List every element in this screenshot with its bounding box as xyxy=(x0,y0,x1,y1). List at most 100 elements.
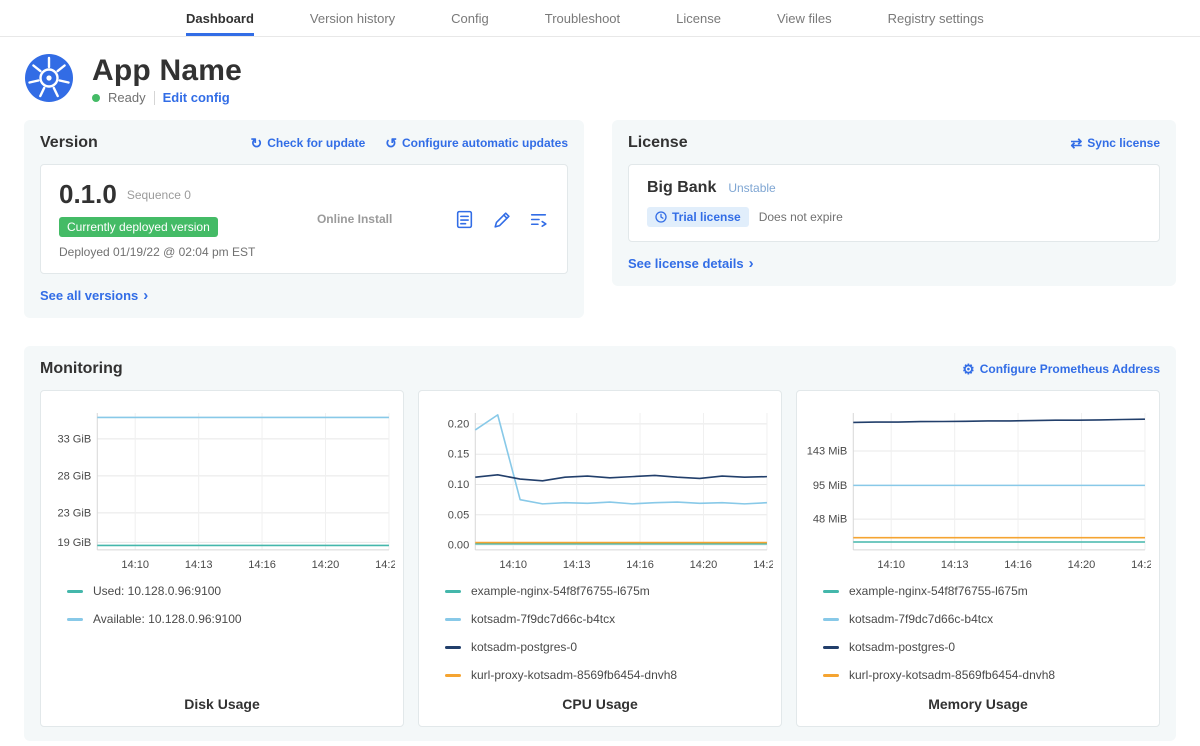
svg-text:14:16: 14:16 xyxy=(248,559,276,571)
deployed-timestamp: Deployed 01/19/22 @ 02:04 pm EST xyxy=(59,245,255,259)
legend-label: kotsadm-postgres-0 xyxy=(849,640,955,654)
legend-label: Available: 10.128.0.96:9100 xyxy=(93,612,242,626)
legend-label: example-nginx-54f8f76755-l675m xyxy=(471,584,650,598)
legend-color-dash xyxy=(67,618,83,621)
legend-color-dash xyxy=(445,618,461,621)
svg-text:0.20: 0.20 xyxy=(448,418,470,430)
tab-view-files[interactable]: View files xyxy=(777,0,832,36)
svg-text:14:13: 14:13 xyxy=(185,559,213,571)
deploy-logs-icon[interactable] xyxy=(528,209,549,230)
svg-text:19 GiB: 19 GiB xyxy=(57,537,91,549)
check-for-update-label: Check for update xyxy=(267,136,365,150)
license-card: License ⇄ Sync license Big Bank Unstable xyxy=(612,120,1176,286)
configure-auto-updates-label: Configure automatic updates xyxy=(402,136,568,150)
customer-name: Big Bank xyxy=(647,179,716,197)
svg-text:14:13: 14:13 xyxy=(563,559,591,571)
memory-usage-chart-card: 48 MiB95 MiB143 MiB14:1014:1314:1614:201… xyxy=(796,390,1160,727)
status-dot xyxy=(92,94,100,102)
chart-plot: 48 MiB95 MiB143 MiB14:1014:1314:1614:201… xyxy=(805,403,1151,576)
chart-plot: 19 GiB23 GiB28 GiB33 GiB14:1014:1314:161… xyxy=(49,403,395,576)
sync-license-link[interactable]: ⇄ Sync license xyxy=(1071,136,1160,150)
legend-item: kurl-proxy-kotsadm-8569fb6454-dnvh8 xyxy=(823,668,1151,682)
svg-text:23 GiB: 23 GiB xyxy=(57,507,91,519)
kubernetes-logo-icon xyxy=(24,53,74,106)
tab-config[interactable]: Config xyxy=(451,0,489,36)
legend-label: kotsadm-postgres-0 xyxy=(471,640,577,654)
tab-version-history[interactable]: Version history xyxy=(310,0,395,36)
legend-color-dash xyxy=(823,618,839,621)
svg-text:14:10: 14:10 xyxy=(121,559,149,571)
svg-text:0.10: 0.10 xyxy=(448,479,470,491)
sync-license-label: Sync license xyxy=(1087,136,1160,150)
divider xyxy=(154,91,155,105)
see-all-versions-link[interactable]: See all versions › xyxy=(40,287,148,304)
legend-item: Available: 10.128.0.96:9100 xyxy=(67,612,395,626)
tab-license[interactable]: License xyxy=(676,0,721,36)
trial-license-badge: Trial license xyxy=(647,207,749,227)
chart-legend: example-nginx-54f8f76755-l675m kotsadm-7f… xyxy=(427,584,773,682)
legend-label: kotsadm-7f9dc7d66c-b4tcx xyxy=(471,612,615,626)
see-license-details-label: See license details xyxy=(628,256,744,271)
license-panel: Big Bank Unstable Trial license Does not… xyxy=(628,164,1160,242)
current-version-panel: 0.1.0 Sequence 0 Currently deployed vers… xyxy=(40,164,568,274)
svg-text:14:23: 14:23 xyxy=(753,559,773,571)
auto-update-icon: ↺ xyxy=(385,136,397,150)
chevron-right-icon: › xyxy=(749,255,754,272)
legend-color-dash xyxy=(823,646,839,649)
app-status: Ready xyxy=(108,90,146,105)
channel-label: Unstable xyxy=(728,181,775,195)
legend-label: kurl-proxy-kotsadm-8569fb6454-dnvh8 xyxy=(849,668,1055,682)
legend-item: kotsadm-7f9dc7d66c-b4tcx xyxy=(823,612,1151,626)
svg-text:0.15: 0.15 xyxy=(448,449,470,461)
legend-label: Used: 10.128.0.96:9100 xyxy=(93,584,221,598)
check-for-update-link[interactable]: ↻ Check for update xyxy=(251,136,366,150)
legend-color-dash xyxy=(823,590,839,593)
release-notes-icon[interactable] xyxy=(454,209,475,230)
tab-registry-settings[interactable]: Registry settings xyxy=(888,0,984,36)
legend-color-dash xyxy=(823,674,839,677)
svg-text:14:20: 14:20 xyxy=(1068,559,1096,571)
monitoring-title: Monitoring xyxy=(40,360,123,378)
svg-text:14:16: 14:16 xyxy=(1004,559,1032,571)
svg-text:14:23: 14:23 xyxy=(375,559,395,571)
configure-prometheus-link[interactable]: ⚙ Configure Prometheus Address xyxy=(962,362,1160,376)
chart-plot: 0.000.050.100.150.2014:1014:1314:1614:20… xyxy=(427,403,773,576)
version-number: 0.1.0 xyxy=(59,179,117,210)
chart-title: CPU Usage xyxy=(427,682,773,712)
see-license-details-link[interactable]: See license details › xyxy=(628,255,754,272)
legend-item: Used: 10.128.0.96:9100 xyxy=(67,584,395,598)
svg-text:14:20: 14:20 xyxy=(690,559,718,571)
chart-title: Memory Usage xyxy=(805,682,1151,712)
svg-text:14:16: 14:16 xyxy=(626,559,654,571)
svg-text:14:13: 14:13 xyxy=(941,559,969,571)
legend-label: kurl-proxy-kotsadm-8569fb6454-dnvh8 xyxy=(471,668,677,682)
config-edit-icon[interactable] xyxy=(491,209,512,230)
chart-legend: Used: 10.128.0.96:9100 Available: 10.128.… xyxy=(49,584,395,626)
svg-text:14:20: 14:20 xyxy=(312,559,340,571)
trial-license-label: Trial license xyxy=(672,210,741,224)
sync-icon: ⇄ xyxy=(1071,136,1083,150)
deployed-badge: Currently deployed version xyxy=(59,217,218,237)
app-title: App Name xyxy=(92,54,242,88)
app-header: App Name Ready Edit config xyxy=(24,53,1176,106)
sequence-label: Sequence 0 xyxy=(127,188,191,202)
configure-auto-updates-link[interactable]: ↺ Configure automatic updates xyxy=(385,136,568,150)
chevron-right-icon: › xyxy=(143,287,148,304)
tab-troubleshoot[interactable]: Troubleshoot xyxy=(545,0,620,36)
chart-title: Disk Usage xyxy=(49,682,395,712)
svg-text:143 MiB: 143 MiB xyxy=(807,445,848,457)
cpu-usage-chart-card: 0.000.050.100.150.2014:1014:1314:1614:20… xyxy=(418,390,782,727)
tab-dashboard[interactable]: Dashboard xyxy=(186,0,254,36)
version-card-title: Version xyxy=(40,134,98,152)
svg-text:0.00: 0.00 xyxy=(448,540,470,552)
gear-icon: ⚙ xyxy=(962,362,975,376)
disk-usage-chart-card: 19 GiB23 GiB28 GiB33 GiB14:1014:1314:161… xyxy=(40,390,404,727)
legend-item: kotsadm-postgres-0 xyxy=(445,640,773,654)
legend-color-dash xyxy=(445,646,461,649)
legend-label: example-nginx-54f8f76755-l675m xyxy=(849,584,1028,598)
monitoring-section: Monitoring ⚙ Configure Prometheus Addres… xyxy=(24,346,1176,741)
svg-text:14:10: 14:10 xyxy=(877,559,905,571)
svg-text:14:23: 14:23 xyxy=(1131,559,1151,571)
legend-color-dash xyxy=(445,590,461,593)
edit-config-link[interactable]: Edit config xyxy=(163,90,230,105)
